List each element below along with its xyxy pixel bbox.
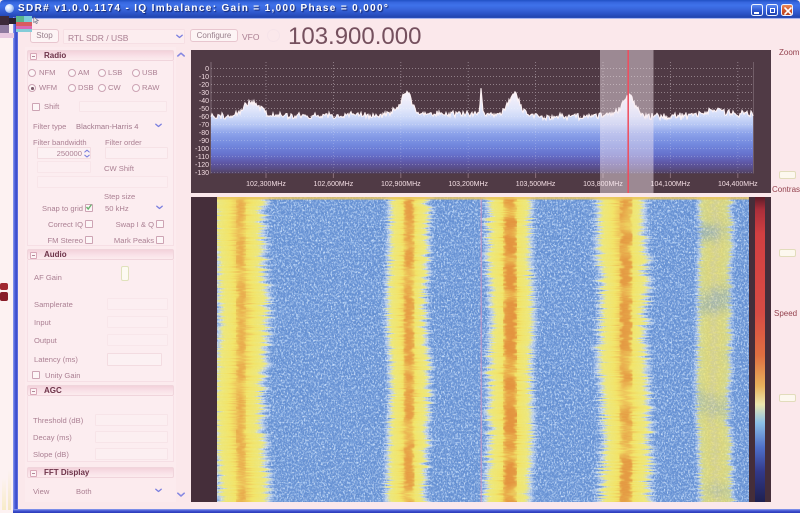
svg-text:102,600MHz: 102,600MHz <box>314 181 354 188</box>
svg-text:-110: -110 <box>196 154 210 161</box>
svg-text:-120: -120 <box>195 162 209 169</box>
svg-text:0: 0 <box>205 66 209 73</box>
svg-text:-10: -10 <box>199 74 209 81</box>
svg-text:-100: -100 <box>195 146 209 153</box>
svg-text:-30: -30 <box>199 90 209 97</box>
svg-text:103,500MHz: 103,500MHz <box>516 181 556 188</box>
svg-text:-80: -80 <box>199 130 209 137</box>
svg-text:-50: -50 <box>199 106 209 113</box>
svg-text:102,300MHz: 102,300MHz <box>246 181 286 188</box>
svg-text:-60: -60 <box>199 114 209 121</box>
svg-text:-90: -90 <box>199 138 209 145</box>
svg-text:-40: -40 <box>199 98 209 105</box>
svg-text:-130: -130 <box>195 170 209 177</box>
svg-text:104,100MHz: 104,100MHz <box>651 181 691 188</box>
svg-text:104,400MHz: 104,400MHz <box>718 181 758 188</box>
svg-text:102,900MHz: 102,900MHz <box>381 181 421 188</box>
svg-text:-70: -70 <box>199 122 209 129</box>
svg-text:103,200MHz: 103,200MHz <box>448 181 488 188</box>
svg-text:-20: -20 <box>199 82 209 89</box>
